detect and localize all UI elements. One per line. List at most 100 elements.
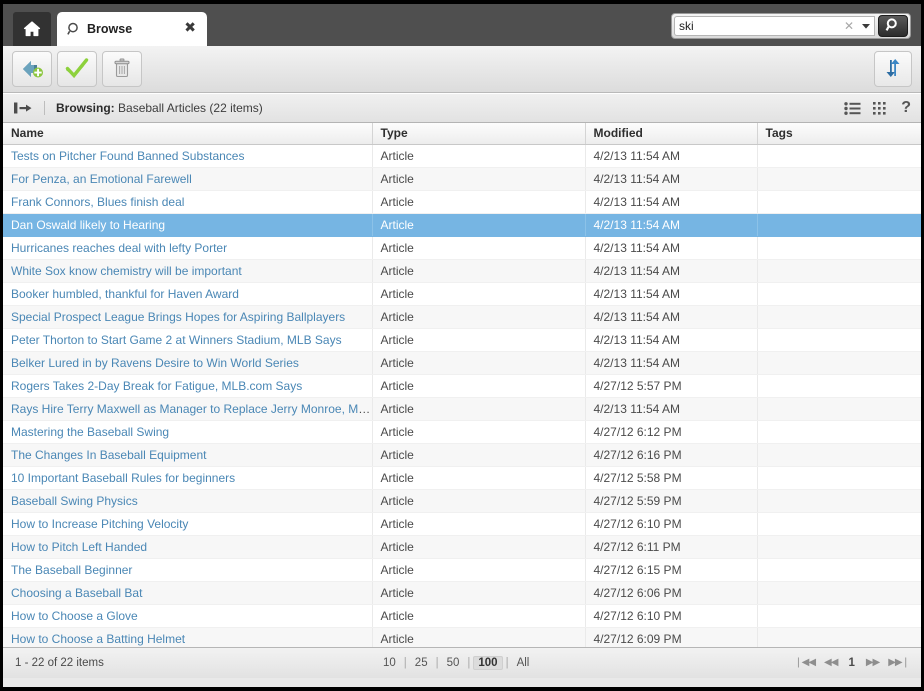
item-name-link[interactable]: Choosing a Baseball Bat [11,586,142,600]
page-size-option[interactable]: 10 [378,656,401,670]
table-row[interactable]: Peter Thorton to Start Game 2 at Winners… [3,328,921,352]
item-name-link[interactable]: Booker humbled, thankful for Haven Award [11,287,239,301]
refresh-button[interactable] [874,51,912,87]
item-name-link[interactable]: Frank Connors, Blues finish deal [11,195,184,209]
column-header-modified[interactable]: Modified [585,123,758,145]
table-row[interactable]: Mastering the Baseball Swing Article 4/27/… [3,420,921,444]
item-name-link[interactable]: Rogers Takes 2-Day Break for Fatigue, ML… [11,379,302,393]
table-row[interactable]: The Changes In Baseball Equipment Article… [3,443,921,467]
next-page-button[interactable]: ▶▶ [866,658,880,668]
cell-modified: 4/2/13 11:54 AM [585,305,758,329]
item-name-link[interactable]: Baseball Swing Physics [11,494,138,508]
list-view-icon[interactable] [844,101,861,115]
column-header-tags[interactable]: Tags [757,123,921,145]
close-icon[interactable]: ✖ [172,21,199,37]
table-row[interactable]: Rays Hire Terry Maxwell as Manager to Re… [3,397,921,421]
table-row[interactable]: Belker Lured in by Ravens Desire to Win … [3,351,921,375]
cell-name: Baseball Swing Physics [3,489,373,513]
grid-view-icon[interactable] [873,101,889,115]
cell-modified: 4/2/13 11:54 AM [585,167,758,191]
table-row[interactable]: Frank Connors, Blues finish deal Article 4… [3,190,921,214]
delete-button[interactable] [102,51,142,87]
search-input[interactable] [674,16,841,36]
cell-name: How to Choose a Batting Helmet [3,627,373,647]
table-row[interactable]: White Sox know chemistry will be importa… [3,259,921,283]
pagination-controls: ❘◀◀ ◀◀ 1 ▶▶ ▶▶❘ [794,657,913,669]
page-size-option[interactable]: 50 [442,656,465,670]
item-name-link[interactable]: Special Prospect League Brings Hopes for… [11,310,345,324]
items-table: Name Type Modified Tags Tests on Pitcher… [3,123,921,647]
column-header-name[interactable]: Name [3,123,373,145]
prev-page-button[interactable]: ◀◀ [824,658,838,668]
cell-modified: 4/27/12 6:16 PM [585,443,758,467]
item-name-link[interactable]: Belker Lured in by Ravens Desire to Win … [11,356,299,370]
table-row[interactable]: Special Prospect League Brings Hopes for… [3,305,921,329]
browser-window: Browse ✖ ✕ [0,0,924,691]
table-row[interactable]: Choosing a Baseball Bat Article 4/27/12 6:… [3,581,921,605]
expand-panel-icon[interactable] [13,101,33,115]
cell-modified: 4/27/12 6:09 PM [585,627,758,647]
cell-tags [757,535,921,559]
current-page-number[interactable]: 1 [846,657,856,669]
table-row[interactable]: Tests on Pitcher Found Banned Substances… [3,144,921,168]
cell-type: Article [372,512,586,536]
item-name-link[interactable]: Dan Oswald likely to Hearing [11,218,165,232]
table-row[interactable]: Rogers Takes 2-Day Break for Fatigue, ML… [3,374,921,398]
item-name-link[interactable]: Peter Thorton to Start Game 2 at Winners… [11,333,342,347]
cell-tags [757,420,921,444]
chevron-down-icon[interactable] [857,16,875,36]
cell-name: How to Pitch Left Handed [3,535,373,559]
cell-modified: 4/2/13 11:54 AM [585,259,758,283]
clear-search-icon[interactable]: ✕ [841,16,857,36]
cell-tags [757,144,921,168]
home-button[interactable] [13,12,51,46]
table-row[interactable]: How to Choose a Batting Helmet Article 4/2… [3,627,921,647]
item-name-link[interactable]: Rays Hire Terry Maxwell as Manager to Re… [11,402,371,416]
table-row[interactable]: 10 Important Baseball Rules for beginner… [3,466,921,490]
item-name-link[interactable]: How to Increase Pitching Velocity [11,517,188,531]
cell-modified: 4/2/13 11:54 AM [585,144,758,168]
item-name-link[interactable]: The Baseball Beginner [11,563,132,577]
search-icon [885,17,901,36]
table-row[interactable]: How to Choose a Glove Article 4/27/12 6:10… [3,604,921,628]
tab-bar: Browse ✖ ✕ [3,4,921,46]
table-row[interactable]: Booker humbled, thankful for Haven Award… [3,282,921,306]
item-name-link[interactable]: For Penza, an Emotional Farewell [11,172,192,186]
table-row[interactable]: How to Pitch Left Handed Article 4/27/12 6… [3,535,921,559]
help-icon[interactable]: ? [901,100,913,116]
cell-modified: 4/2/13 11:54 AM [585,213,758,237]
item-name-link[interactable]: 10 Important Baseball Rules for beginner… [11,471,235,485]
browsing-location: Baseball Articles (22 items) [118,101,263,115]
item-name-link[interactable]: How to Choose a Batting Helmet [11,632,185,646]
cell-modified: 4/27/12 5:57 PM [585,374,758,398]
page-size-option[interactable]: 100 [473,656,503,670]
item-name-link[interactable]: Tests on Pitcher Found Banned Substances [11,149,244,163]
page-size-option[interactable]: All [512,656,535,670]
cell-tags [757,604,921,628]
table-row[interactable]: How to Increase Pitching Velocity Article… [3,512,921,536]
item-name-link[interactable]: White Sox know chemistry will be importa… [11,264,242,278]
table-row[interactable]: Dan Oswald likely to Hearing Article 4/2/1… [3,213,921,237]
tab-browse[interactable]: Browse ✖ [57,12,207,46]
table-row[interactable]: For Penza, an Emotional Farewell Article 4… [3,167,921,191]
table-row[interactable]: The Baseball Beginner Article 4/27/12 6:15… [3,558,921,582]
cell-type: Article [372,190,586,214]
cell-tags [757,305,921,329]
page-size-separator: | [505,657,509,669]
item-name-link[interactable]: How to Pitch Left Handed [11,540,147,554]
last-page-button[interactable]: ▶▶❘ [888,658,910,668]
column-header-type[interactable]: Type [372,123,586,145]
page-size-separator: | [403,657,407,669]
first-page-button[interactable]: ❘◀◀ [794,658,816,668]
table-row[interactable]: Hurricanes reaches deal with lefty Porte… [3,236,921,260]
cell-name: The Changes In Baseball Equipment [3,443,373,467]
search-submit-button[interactable] [878,15,908,37]
item-name-link[interactable]: How to Choose a Glove [11,609,138,623]
item-name-link[interactable]: The Changes In Baseball Equipment [11,448,206,462]
item-name-link[interactable]: Hurricanes reaches deal with lefty Porte… [11,241,227,255]
add-content-button[interactable] [12,51,52,87]
table-row[interactable]: Baseball Swing Physics Article 4/27/12 5:5… [3,489,921,513]
page-size-option[interactable]: 25 [410,656,433,670]
approve-button[interactable] [57,51,97,87]
item-name-link[interactable]: Mastering the Baseball Swing [11,425,169,439]
